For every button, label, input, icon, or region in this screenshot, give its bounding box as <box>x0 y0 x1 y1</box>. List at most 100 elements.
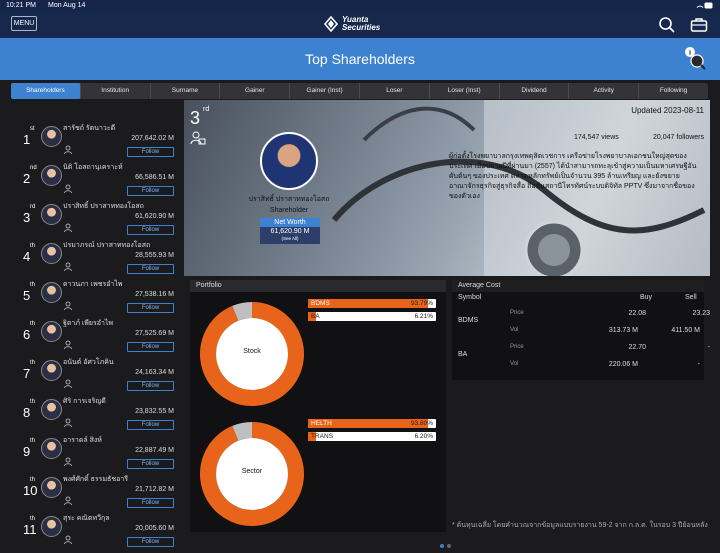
person-follow-icon[interactable] <box>64 142 74 155</box>
vol-buy: 313.73 M <box>608 327 638 334</box>
person-follow-icon[interactable] <box>64 298 74 311</box>
battery-icon <box>696 2 714 11</box>
col-buy: Buy <box>640 294 653 301</box>
avatar <box>41 243 62 264</box>
info-search-icon[interactable]: i <box>684 46 708 70</box>
rank-number: 11th <box>23 516 37 537</box>
follow-button[interactable]: Follow <box>127 459 174 469</box>
updated-date: Updated 2023-08-11 <box>631 106 704 115</box>
shareholder-row[interactable]: 8th ศิริ การเจริญดี 23,832.55 M Follow <box>20 393 178 432</box>
rank-number: 3rd <box>23 204 36 225</box>
shareholder-value: 61,620.90 M <box>135 213 174 220</box>
follow-button[interactable]: Follow <box>127 225 174 235</box>
page-dot[interactable] <box>447 544 451 548</box>
follow-button[interactable]: Follow <box>127 147 174 157</box>
follow-button[interactable]: Follow <box>127 186 174 196</box>
shareholder-name: พงศ์ศักดิ์ ธรรมธัชอารี <box>63 476 128 483</box>
cost-symbol: BDMS <box>458 317 479 324</box>
shareholder-row[interactable]: 6th ฐิตาภ์ เพียรอำไพ 27,525.69 M Follow <box>20 315 178 354</box>
tab-gainer[interactable]: Gainer <box>220 83 291 99</box>
avatar <box>41 282 62 303</box>
rank-number: 10th <box>23 477 38 498</box>
cost-symbol: BA <box>458 351 468 358</box>
shareholder-row[interactable]: 9th อาราดล์ สิงห์ 22,887.49 M Follow <box>20 432 178 471</box>
stock-bar-label: BDMS <box>311 300 330 307</box>
portfolio-briefcase-icon[interactable] <box>690 16 708 34</box>
avatar <box>41 477 62 498</box>
person-follow-icon[interactable] <box>64 415 74 428</box>
shareholder-value: 27,538.16 M <box>135 291 174 298</box>
person-follow-icon[interactable] <box>64 493 74 506</box>
page-dot-active[interactable] <box>440 544 444 548</box>
shareholder-row[interactable]: 7th อนันต์ อัศวโภคิน 24,163.34 M Follow <box>20 354 178 393</box>
search-icon[interactable] <box>658 16 676 34</box>
shareholder-name: ศิริ การเจริญดี <box>63 398 106 405</box>
shareholder-row[interactable]: 1st สารัชถ์ รัตนาวะดี 207,642.02 M Follow <box>20 120 178 159</box>
tab-surname[interactable]: Surname <box>151 83 221 99</box>
follow-button[interactable]: Follow <box>127 381 174 391</box>
yuanta-logo-icon <box>323 15 339 33</box>
follow-person-icon[interactable] <box>190 130 206 151</box>
person-follow-icon[interactable] <box>64 454 74 467</box>
average-cost-panel: Average Cost Symbol Buy Sell BDMS Price Vo… <box>452 280 710 380</box>
status-date: Mon Aug 14 <box>48 2 86 9</box>
avatar <box>41 516 62 537</box>
stock-bar-percent: 6.21% <box>414 313 433 320</box>
tab-dividend[interactable]: Dividend <box>500 83 570 99</box>
sector-bar-percent: 6.20% <box>414 433 433 440</box>
shareholder-row[interactable]: 11th สุระ คณิตทวีกุล 20,005.60 M Follow <box>20 510 178 549</box>
tab-institution[interactable]: Institution <box>81 83 151 99</box>
shareholder-list: 1st สารัชถ์ รัตนาวะดี 207,642.02 M Follow 2 n… <box>20 120 178 549</box>
shareholder-value: 66,586.51 M <box>135 174 174 181</box>
shareholder-value: 21,712.82 M <box>135 486 174 493</box>
top-bar: MENU Yuanta Securities <box>0 12 720 38</box>
tab-loser[interactable]: Loser <box>360 83 430 99</box>
vol-buy: 220.06 M <box>608 361 638 368</box>
shareholder-value: 23,832.55 M <box>135 408 174 415</box>
follow-button[interactable]: Follow <box>127 420 174 430</box>
views-count: 174,547 views <box>574 134 619 141</box>
shareholder-row[interactable]: 2nd นิติ โอสถานุเคราะห์ 66,586.51 M Follow <box>20 159 178 198</box>
person-follow-icon[interactable] <box>64 259 74 272</box>
follow-button[interactable]: Follow <box>127 537 174 547</box>
shareholder-row[interactable]: 5th ดาวนภา เพชรอำไพ 27,538.16 M Follow <box>20 276 178 315</box>
rank-number: 8th <box>23 399 36 420</box>
tab-activity[interactable]: Activity <box>569 83 640 99</box>
followers-count: 20,047 followers <box>653 134 704 141</box>
footnote: * ต้นทุนเฉลี่ย โดยคำนวณจากข้อมูลแบบรายงา… <box>452 522 708 529</box>
tab-gainer-inst[interactable]: Gainer (Inst) <box>290 83 360 99</box>
networth-box[interactable]: Net Worth 61,620.90 M (See All) <box>260 218 320 244</box>
shareholder-value: 20,005.60 M <box>135 525 174 532</box>
menu-button[interactable]: MENU <box>11 16 37 31</box>
follow-button[interactable]: Follow <box>127 498 174 508</box>
price-buy: 22.08 <box>628 310 646 317</box>
follow-button[interactable]: Follow <box>127 264 174 274</box>
price-buy: 22.70 <box>628 344 646 351</box>
tab-bar: Shareholders Institution Surname Gainer Gain… <box>11 83 708 99</box>
person-follow-icon[interactable] <box>64 376 74 389</box>
shareholder-value: 28,555.93 M <box>135 252 174 259</box>
person-follow-icon[interactable] <box>64 220 74 233</box>
person-follow-icon[interactable] <box>64 181 74 194</box>
rank-number: 9th <box>23 438 36 459</box>
person-follow-icon[interactable] <box>64 532 74 545</box>
shareholder-row[interactable]: 3rd ปราสิทธิ์ ปราสาททองโอสถ 61,620.90 M Fol… <box>20 198 178 237</box>
shareholder-row[interactable]: 10th พงศ์ศักดิ์ ธรรมธัชอารี 21,712.82 M Fol… <box>20 471 178 510</box>
tab-shareholders[interactable]: Shareholders <box>11 83 81 99</box>
follow-button[interactable]: Follow <box>127 342 174 352</box>
person-follow-icon[interactable] <box>64 337 74 350</box>
networth-label: Net Worth <box>260 218 320 227</box>
page-indicator[interactable] <box>440 535 454 553</box>
vol-sell: 411.50 M <box>671 327 700 334</box>
shareholder-row[interactable]: 4th ปรมาภรณ์ ปราสาททองโอสถ 28,555.93 M Foll… <box>20 237 178 276</box>
see-all-link[interactable]: (See All) <box>260 236 320 242</box>
tab-following[interactable]: Following <box>639 83 708 99</box>
sector-bar-percent: 93.80% <box>410 420 433 427</box>
sector-bar-helth: HELTH 93.80% <box>308 419 436 428</box>
portfolio-panel: Portfolio Stock Sector BDMS 93.79% BA 6.21%… <box>190 280 446 532</box>
tab-loser-inst[interactable]: Loser (Inst) <box>430 83 500 99</box>
follow-button[interactable]: Follow <box>127 303 174 313</box>
avatar <box>41 165 62 186</box>
rank-number: 2nd <box>23 165 37 186</box>
sector-bar-label: HELTH <box>311 420 332 427</box>
